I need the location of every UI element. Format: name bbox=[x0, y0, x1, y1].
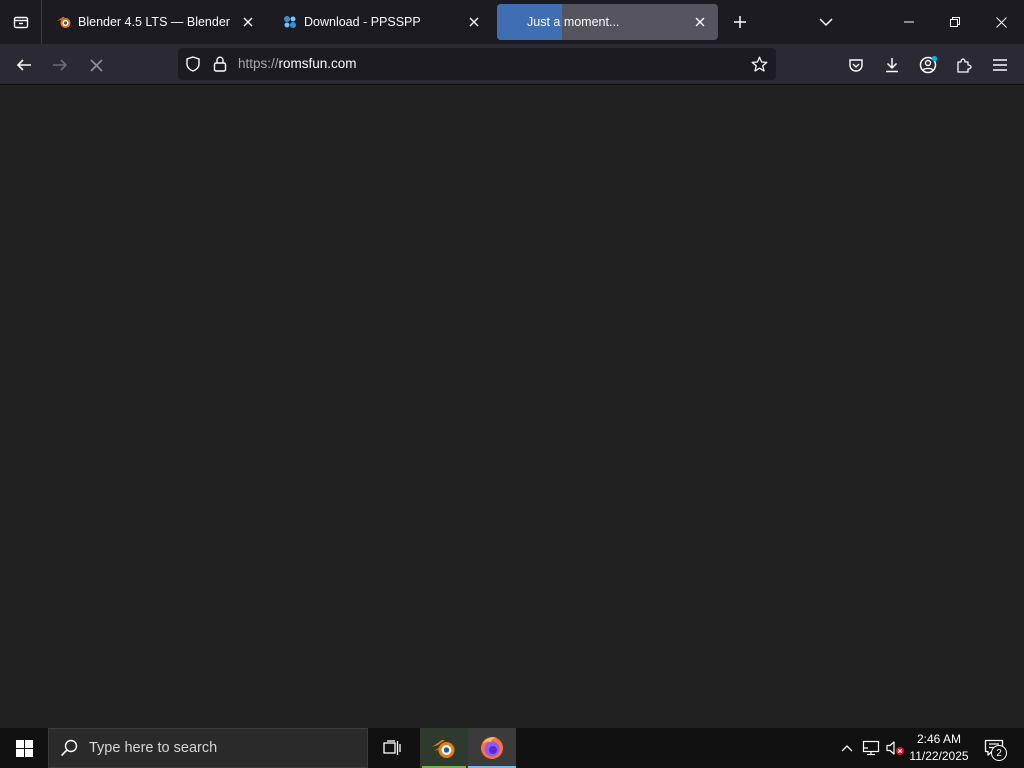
tab-strip: Blender 4.5 LTS — Blender Download - PPS… bbox=[0, 0, 1024, 44]
new-tab-button[interactable] bbox=[726, 10, 754, 34]
taskbar: Type here to search 2:46 AM 11/22/2025 2 bbox=[0, 728, 1024, 768]
minimize-button[interactable] bbox=[886, 0, 932, 44]
task-view-icon bbox=[383, 740, 401, 755]
account-button[interactable] bbox=[913, 50, 943, 80]
taskbar-app-blender[interactable] bbox=[420, 728, 468, 768]
start-button[interactable] bbox=[0, 728, 48, 768]
puzzle-icon bbox=[957, 58, 972, 73]
restore-icon bbox=[950, 17, 960, 27]
plus-icon bbox=[734, 16, 746, 28]
taskbar-clock[interactable]: 2:46 AM 11/22/2025 bbox=[904, 731, 974, 765]
tab-blender[interactable]: Blender 4.5 LTS — Blender bbox=[44, 4, 266, 40]
task-view-button[interactable] bbox=[372, 728, 412, 768]
navigation-toolbar: https://romsfun.com bbox=[0, 44, 1024, 85]
close-icon bbox=[695, 17, 705, 27]
search-placeholder: Type here to search bbox=[89, 740, 218, 756]
back-button[interactable] bbox=[9, 50, 39, 80]
app-menu-button[interactable] bbox=[985, 50, 1015, 80]
chevron-up-icon bbox=[841, 745, 853, 752]
stop-button[interactable] bbox=[81, 50, 111, 80]
volume-muted-icon bbox=[886, 741, 904, 755]
tab-title: Just a moment... bbox=[527, 15, 620, 29]
shield-icon bbox=[186, 56, 200, 72]
pocket-button[interactable] bbox=[841, 50, 871, 80]
account-icon bbox=[919, 55, 938, 74]
close-icon bbox=[995, 16, 1007, 28]
notification-count-badge: 2 bbox=[991, 745, 1007, 761]
tab-ppsspp[interactable]: Download - PPSSPP bbox=[270, 4, 492, 40]
star-icon bbox=[751, 56, 767, 72]
tab-list-icon bbox=[13, 16, 28, 29]
pocket-icon bbox=[849, 59, 863, 72]
tab-title: Download - PPSSPP bbox=[304, 15, 421, 29]
windows-icon bbox=[15, 739, 33, 757]
forward-button[interactable] bbox=[45, 50, 75, 80]
download-icon bbox=[886, 58, 898, 73]
tab-title: Blender 4.5 LTS — Blender bbox=[78, 15, 230, 29]
network-icon bbox=[862, 740, 880, 756]
extensions-button[interactable] bbox=[949, 50, 979, 80]
tab-just-a-moment[interactable]: Just a moment... bbox=[497, 4, 718, 40]
tab-list-button[interactable] bbox=[0, 0, 42, 44]
volume-button[interactable] bbox=[884, 728, 906, 768]
downloads-button[interactable] bbox=[877, 50, 907, 80]
forward-arrow-icon bbox=[53, 59, 68, 71]
minimize-icon bbox=[904, 21, 914, 23]
close-icon bbox=[243, 17, 253, 27]
url-host: romsfun.com bbox=[278, 56, 357, 71]
taskbar-search-box[interactable]: Type here to search bbox=[48, 728, 368, 768]
search-icon bbox=[49, 739, 89, 757]
action-center-button[interactable]: 2 bbox=[978, 728, 1010, 768]
bookmark-button[interactable] bbox=[748, 53, 770, 75]
close-icon bbox=[469, 17, 479, 27]
url-text[interactable]: https://romsfun.com bbox=[238, 56, 357, 71]
blender-icon bbox=[432, 740, 455, 758]
ppsspp-icon bbox=[282, 14, 298, 30]
url-bar[interactable]: https://romsfun.com bbox=[178, 48, 776, 80]
tab-close-button[interactable] bbox=[236, 10, 260, 34]
network-button[interactable] bbox=[860, 728, 882, 768]
blender-icon bbox=[56, 14, 72, 30]
chevron-down-icon bbox=[819, 18, 833, 27]
back-arrow-icon bbox=[16, 59, 31, 71]
lock-icon bbox=[213, 56, 227, 72]
firefox-icon bbox=[481, 737, 503, 759]
site-info-button[interactable] bbox=[209, 53, 231, 75]
window-close-button[interactable] bbox=[978, 0, 1024, 44]
list-all-tabs-button[interactable] bbox=[812, 10, 840, 34]
tab-close-button[interactable] bbox=[462, 10, 486, 34]
url-scheme: https:// bbox=[238, 56, 279, 71]
tab-close-button[interactable] bbox=[688, 10, 712, 34]
taskbar-app-firefox[interactable] bbox=[468, 728, 516, 768]
page-content bbox=[0, 85, 1024, 728]
restore-button[interactable] bbox=[932, 0, 978, 44]
stop-icon bbox=[89, 58, 103, 72]
hamburger-icon bbox=[993, 59, 1007, 71]
tracking-protection-button[interactable] bbox=[182, 53, 204, 75]
clock-date: 11/22/2025 bbox=[909, 749, 969, 763]
clock-time: 2:46 AM bbox=[916, 732, 962, 746]
show-hidden-icons-button[interactable] bbox=[836, 728, 858, 768]
